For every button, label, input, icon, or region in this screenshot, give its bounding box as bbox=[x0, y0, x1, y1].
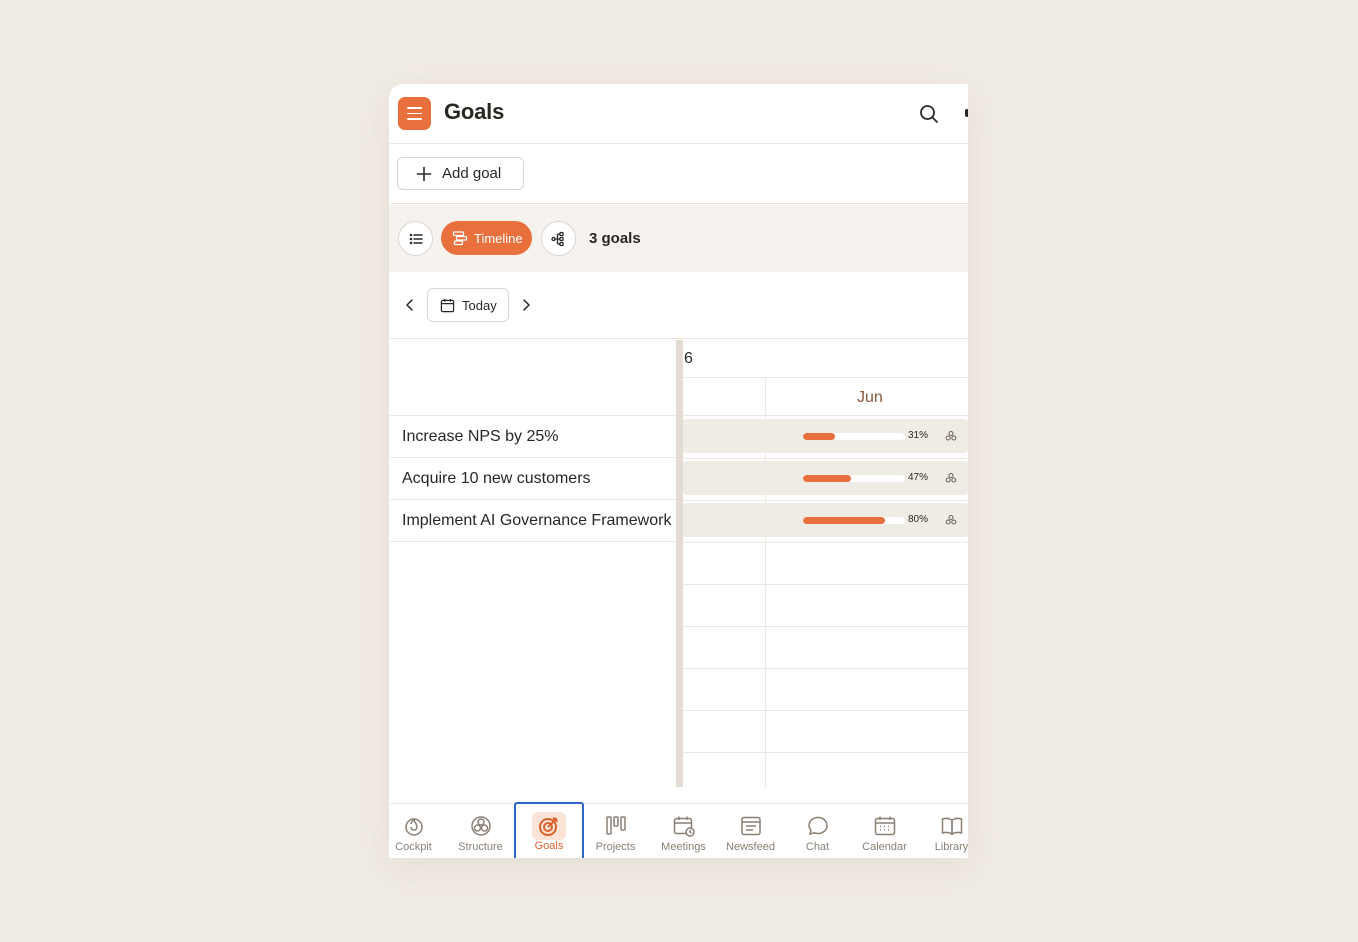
progress-percent: 31% bbox=[908, 430, 929, 441]
goal-row-3[interactable]: Implement AI Governance Framework bbox=[389, 500, 676, 542]
nav-cockpit[interactable]: Cockpit bbox=[389, 804, 447, 858]
goal-bar-1[interactable]: 31% bbox=[683, 419, 968, 453]
view-switcher: Timeline 3 goals bbox=[389, 205, 968, 272]
list-icon bbox=[409, 233, 423, 244]
progress-fill bbox=[803, 475, 851, 482]
date-navigation: Today bbox=[389, 272, 968, 339]
timeline-grid: Increase NPS by 25% Acquire 10 new custo… bbox=[389, 340, 968, 787]
chat-icon bbox=[807, 816, 828, 836]
projects-icon bbox=[605, 816, 626, 835]
progress-track bbox=[803, 433, 905, 440]
year-label: 6 bbox=[684, 350, 693, 367]
progress-fill bbox=[803, 433, 835, 440]
goal-bar-2[interactable]: 47% bbox=[683, 461, 968, 495]
library-icon bbox=[941, 817, 962, 836]
team-icon bbox=[945, 515, 957, 525]
team-icon bbox=[945, 473, 957, 483]
goal-row-1[interactable]: Increase NPS by 25% bbox=[389, 416, 676, 458]
plus-icon bbox=[416, 166, 432, 181]
team-icon bbox=[945, 431, 957, 441]
today-button[interactable]: Today bbox=[427, 288, 509, 322]
nav-projects[interactable]: Projects bbox=[582, 804, 649, 858]
progress-percent: 80% bbox=[908, 514, 929, 525]
nav-structure[interactable]: Structure bbox=[447, 804, 514, 858]
overflow-indicator bbox=[965, 109, 968, 117]
add-goal-label: Add goal bbox=[442, 165, 502, 182]
cockpit-icon bbox=[404, 818, 423, 836]
progress-track bbox=[803, 517, 905, 524]
bottom-navigation: Cockpit Structure Goals Projects Meeting… bbox=[389, 802, 968, 858]
menu-icon bbox=[407, 107, 422, 109]
calendar-icon bbox=[874, 816, 895, 836]
chevron-right-icon[interactable] bbox=[518, 297, 534, 313]
calendar-icon bbox=[440, 298, 455, 312]
list-view-button[interactable] bbox=[398, 221, 433, 256]
goal-list: Increase NPS by 25% Acquire 10 new custo… bbox=[389, 340, 676, 787]
app-header: Goals bbox=[389, 84, 968, 144]
timeline-label: Timeline bbox=[474, 230, 523, 246]
page-title: Goals bbox=[444, 99, 505, 124]
today-label: Today bbox=[462, 297, 497, 313]
goal-row-2[interactable]: Acquire 10 new customers bbox=[389, 458, 676, 500]
nav-newsfeed[interactable]: Newsfeed bbox=[717, 804, 784, 858]
timeline-view-button[interactable]: Timeline bbox=[441, 221, 532, 255]
progress-fill bbox=[803, 517, 885, 524]
column-resize-handle[interactable] bbox=[676, 340, 683, 787]
timeline-area: 6 Jun 31% 47% 80% bbox=[683, 340, 968, 787]
month-label: Jun bbox=[857, 389, 883, 406]
nav-library[interactable]: Library bbox=[918, 804, 968, 858]
menu-button[interactable] bbox=[398, 97, 431, 130]
app-window: Goals Add goal Timeline 3 goals Today In… bbox=[389, 84, 968, 858]
tree-view-button[interactable] bbox=[541, 221, 576, 256]
nav-chat[interactable]: Chat bbox=[784, 804, 851, 858]
hierarchy-icon bbox=[550, 231, 564, 246]
progress-track bbox=[803, 475, 905, 482]
action-bar: Add goal bbox=[389, 144, 968, 204]
add-goal-button[interactable]: Add goal bbox=[397, 157, 524, 190]
chevron-left-icon[interactable] bbox=[402, 297, 418, 313]
goal-bar-3[interactable]: 80% bbox=[683, 503, 968, 537]
progress-percent: 47% bbox=[908, 472, 929, 483]
structure-icon bbox=[470, 816, 491, 836]
goal-count: 3 goals bbox=[589, 230, 641, 247]
goals-icon bbox=[539, 817, 558, 836]
nav-calendar[interactable]: Calendar bbox=[851, 804, 918, 858]
meetings-icon bbox=[673, 816, 695, 837]
search-icon[interactable] bbox=[917, 102, 941, 126]
nav-meetings[interactable]: Meetings bbox=[650, 804, 717, 858]
nav-goals[interactable]: Goals bbox=[514, 802, 584, 858]
newsfeed-icon bbox=[740, 816, 761, 836]
timeline-icon bbox=[452, 231, 468, 246]
